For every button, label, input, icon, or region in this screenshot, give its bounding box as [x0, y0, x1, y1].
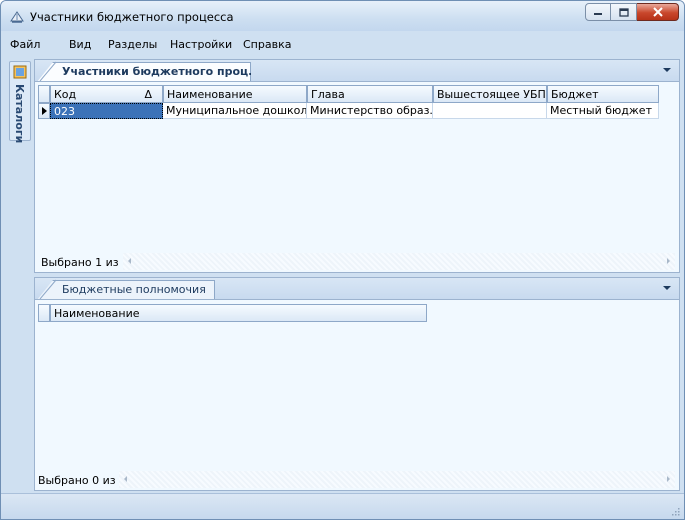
table-cell[interactable]: Местный бюджет [547, 103, 659, 119]
minimize-icon [594, 13, 602, 15]
title-bar[interactable]: Участники бюджетного процесса [1, 1, 684, 31]
minimize-button[interactable] [585, 3, 611, 21]
app-icon [10, 11, 24, 23]
scroll-left-icon[interactable] [124, 476, 127, 482]
menu-settings[interactable]: Настройки [170, 38, 232, 51]
sort-asc-icon: Δ [144, 88, 152, 101]
maximize-button[interactable] [611, 3, 637, 21]
horizontal-scrollbar[interactable] [119, 471, 675, 488]
maximize-icon [618, 7, 629, 17]
tab-label: Бюджетные полномочия [62, 283, 206, 296]
close-icon [652, 7, 663, 17]
tab-edge-icon [39, 61, 57, 81]
menu-bar: Файл Вид Разделы Настройки Справка [1, 34, 684, 56]
catalogs-tab-label: Каталоги [13, 84, 26, 144]
window-title: Участники бюджетного процесса [30, 10, 234, 24]
selection-count: Выбрано 0 из 0 [38, 474, 127, 487]
participants-panel: Код Δ Наименование Глава Вышестоящее УБП… [34, 81, 680, 273]
table-cell[interactable]: 023 [50, 103, 163, 119]
table-cell[interactable]: Муниципальное дошкол... [163, 103, 307, 119]
tab-edge-icon [39, 279, 57, 299]
menu-sections[interactable]: Разделы [108, 38, 157, 51]
col-header-budget[interactable]: Бюджет [547, 85, 659, 103]
tab-dropdown-icon[interactable] [663, 68, 671, 72]
catalog-icon [13, 65, 27, 79]
col-header-chapter[interactable]: Глава [307, 85, 433, 103]
current-row-arrow-icon [42, 107, 47, 115]
status-bar [1, 493, 684, 519]
bottom-tab-strip: Бюджетные полномочия [34, 277, 680, 300]
scroll-left-icon[interactable] [128, 258, 131, 264]
tab-budget-powers[interactable]: Бюджетные полномочия [37, 280, 215, 300]
col-header-parent-ubp[interactable]: Вышестоящее УБП [433, 85, 547, 103]
menu-help[interactable]: Справка [243, 38, 291, 51]
top-tab-strip: Участники бюджетного проц... [34, 59, 680, 82]
grid-corner [38, 85, 50, 103]
row-indicator[interactable] [38, 103, 50, 119]
menu-file[interactable]: Файл [10, 38, 40, 51]
horizontal-scrollbar[interactable] [123, 253, 675, 270]
menu-view[interactable]: Вид [69, 38, 91, 51]
budget-powers-panel: Наименование Выбрано 0 из 0 [34, 299, 680, 491]
catalogs-side-tab[interactable]: Каталоги [9, 61, 31, 144]
col-header-code[interactable]: Код Δ [50, 85, 163, 103]
scroll-right-icon[interactable] [667, 476, 670, 482]
tab-budget-participants[interactable]: Участники бюджетного проц... [37, 62, 251, 82]
grid-corner [38, 304, 50, 322]
scroll-right-icon[interactable] [667, 258, 670, 264]
main-window: Участники бюджетного процесса Файл Вид Р… [0, 0, 685, 520]
tab-dropdown-icon[interactable] [663, 286, 671, 290]
selection-count: Выбрано 1 из 1 [41, 256, 130, 269]
col-header-name[interactable]: Наименование [50, 304, 427, 322]
resize-grip-icon[interactable] [670, 506, 680, 516]
close-button[interactable] [637, 3, 679, 21]
table-cell[interactable] [433, 103, 547, 119]
tab-label: Участники бюджетного проц... [62, 65, 261, 78]
col-header-name[interactable]: Наименование [163, 85, 307, 103]
table-cell[interactable]: Министерство образ... [307, 103, 433, 119]
